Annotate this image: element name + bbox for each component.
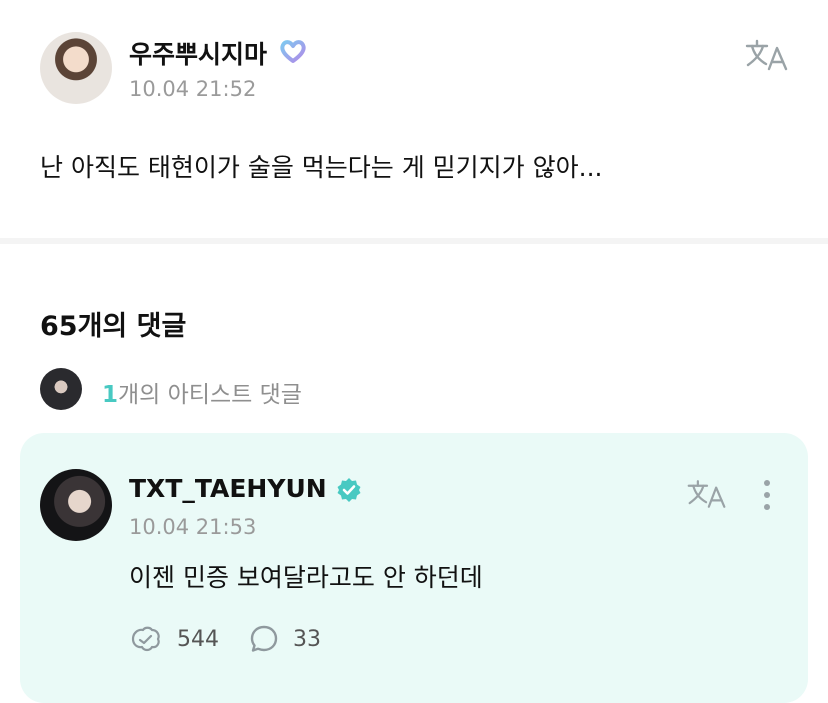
artist-avatar-small[interactable] <box>40 368 82 410</box>
post-time: 10.04 21:52 <box>129 77 257 101</box>
comment-author-name[interactable]: TXT_TAEHYUN <box>129 474 327 503</box>
dot <box>764 504 770 510</box>
artist-avatar[interactable] <box>40 469 112 541</box>
dot <box>764 480 770 486</box>
post-text: 난 아직도 태현이가 술을 먹는다는 게 믿기지가 않아... <box>40 153 603 182</box>
artist-comment-count: 1 <box>102 382 119 408</box>
comment-time: 10.04 21:53 <box>129 515 257 539</box>
like-icon[interactable] <box>129 624 163 654</box>
like-count: 544 <box>177 627 219 652</box>
artist-comments-filter[interactable]: 1개의 아티스트 댓글 <box>102 375 302 409</box>
heart-badge-icon <box>279 38 307 64</box>
user-avatar[interactable] <box>40 32 112 104</box>
translate-icon[interactable] <box>744 38 790 72</box>
comment-text: 이젠 민증 보여달라고도 안 하던데 <box>129 563 483 592</box>
dot <box>764 492 770 498</box>
artist-comment-label: 개의 아티스트 댓글 <box>118 382 302 408</box>
more-vertical-icon[interactable] <box>762 480 772 514</box>
comment-icon[interactable] <box>249 624 279 654</box>
post-author-name[interactable]: 우주뿌시지마 <box>129 35 267 71</box>
translate-icon[interactable] <box>686 478 728 510</box>
reply-count: 33 <box>293 627 321 652</box>
comments-title: 65개의 댓글 <box>40 311 187 342</box>
section-divider <box>0 238 828 244</box>
verified-icon <box>335 476 363 504</box>
